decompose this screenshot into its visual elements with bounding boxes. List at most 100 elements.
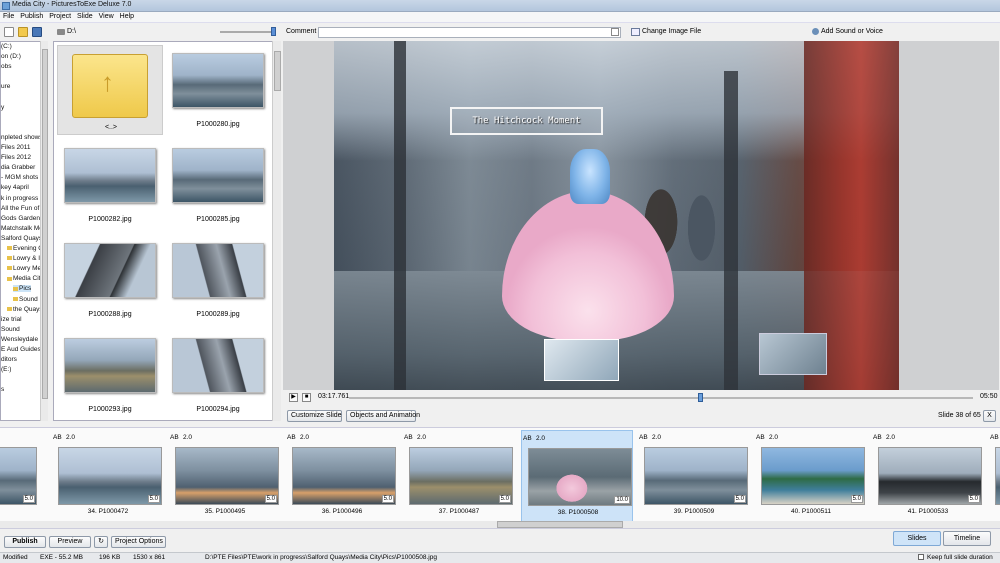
slide-thumbnail[interactable]: 5.0 471 xyxy=(0,430,39,524)
transition-ab-label[interactable]: AB xyxy=(639,434,648,441)
play-icon[interactable]: ▶ xyxy=(289,393,298,402)
transition-ab-label[interactable]: AB xyxy=(170,434,179,441)
tree-item[interactable]: Lowry & IW xyxy=(7,255,43,262)
slide-thumbnail[interactable]: AB 2.0 5.0 40. P1000511 xyxy=(755,430,867,524)
tree-item[interactable]: All the Fun of th xyxy=(1,205,43,212)
slide-caption: 35. P1000495 xyxy=(204,508,246,515)
scrollbar-thumb[interactable] xyxy=(42,49,48,399)
transition-ab-label[interactable]: AB xyxy=(287,434,296,441)
transition-ab-label[interactable]: AB xyxy=(873,434,882,441)
menu-help[interactable]: Help xyxy=(117,12,137,21)
tree-item[interactable]: Lowry Meal xyxy=(7,265,43,272)
comment-input[interactable] xyxy=(318,27,621,38)
sound-icon[interactable] xyxy=(812,28,819,35)
tree-item[interactable]: npleted shows xyxy=(1,134,43,141)
close-preview-button[interactable]: X xyxy=(983,410,996,422)
add-sound-button[interactable]: Add Sound or Voice xyxy=(821,28,883,35)
file-tile[interactable]: P1000293.jpg xyxy=(56,330,156,420)
tree-item[interactable]: Media City xyxy=(7,275,43,282)
parent-folder-tile[interactable]: <..> xyxy=(57,45,163,135)
tree-item[interactable]: key 4april xyxy=(1,184,29,191)
menu-file[interactable]: File xyxy=(0,12,17,21)
tree-item[interactable]: ure xyxy=(1,83,10,90)
open-folder-icon[interactable] xyxy=(18,27,28,37)
transition-ab-label[interactable]: AB xyxy=(404,434,413,441)
tree-item[interactable]: Files 2011 xyxy=(1,144,31,151)
tree-item[interactable]: Matchstalk Mer xyxy=(1,225,43,232)
tree-item[interactable]: Sound xyxy=(13,296,38,303)
scrollbar-thumb[interactable] xyxy=(497,521,623,528)
tab-slides[interactable]: Slides xyxy=(893,531,941,546)
playback-track[interactable] xyxy=(349,397,973,399)
folder-tree-scrollbar[interactable] xyxy=(40,41,48,421)
tree-item[interactable]: k in progress xyxy=(1,195,38,202)
slide-thumbnail[interactable]: AB xyxy=(989,430,1000,524)
slide-caption-text[interactable]: The Hitchcock Moment xyxy=(450,107,603,135)
objects-animation-button[interactable]: Objects and Animation xyxy=(346,410,420,422)
tree-item[interactable]: Evening Qu xyxy=(7,245,43,252)
transition-ab-label[interactable]: AB xyxy=(756,434,765,441)
slide-thumbnail[interactable]: AB 2.0 5.0 39. P1000509 xyxy=(638,430,750,524)
keep-duration-checkbox[interactable] xyxy=(918,554,924,560)
slide-preview[interactable] xyxy=(334,41,899,390)
menu-view[interactable]: View xyxy=(96,12,117,21)
file-tile[interactable]: P1000282.jpg xyxy=(56,140,156,232)
tree-item[interactable]: - MGM shots xyxy=(1,174,38,181)
tree-item[interactable]: (E:) xyxy=(1,366,11,373)
slide-thumbnail[interactable]: AB 2.0 10.0 38. P1000508 xyxy=(521,430,633,524)
file-tile[interactable]: P1000280.jpg xyxy=(164,45,264,137)
transition-ab-label[interactable]: AB xyxy=(523,435,532,442)
menu-slide[interactable]: Slide xyxy=(74,12,96,21)
tree-item[interactable]: Pics xyxy=(13,285,32,293)
new-project-icon[interactable] xyxy=(4,27,14,37)
slide-thumbnail[interactable]: AB 2.0 5.0 34. P1000472 xyxy=(52,430,164,524)
thumbnail-size-slider-handle[interactable] xyxy=(271,27,276,36)
file-tile[interactable]: P1000288.jpg xyxy=(56,235,156,327)
menu-publish[interactable]: Publish xyxy=(17,12,46,21)
change-image-button[interactable]: Change Image File xyxy=(642,28,701,35)
preview-button[interactable]: Preview xyxy=(49,536,91,548)
tree-item[interactable]: the Quays xyxy=(7,306,43,313)
tree-item[interactable]: y xyxy=(1,104,4,111)
tree-item[interactable]: Files 2012 xyxy=(1,154,31,161)
tree-item[interactable]: obs xyxy=(1,63,11,70)
customize-slide-button[interactable]: Customize Slide xyxy=(287,410,342,422)
comment-edit-icon[interactable] xyxy=(611,28,619,36)
tree-item[interactable]: Wensleydale Sh xyxy=(1,336,43,343)
tree-item[interactable]: s xyxy=(1,386,4,393)
transition-ab-label[interactable]: AB xyxy=(990,434,999,441)
tree-item[interactable]: on (D:) xyxy=(1,53,21,60)
project-options-button[interactable]: Project Options xyxy=(111,536,166,548)
tree-item[interactable]: E Aud Guides & xyxy=(1,346,43,353)
file-tile[interactable]: P1000294.jpg xyxy=(164,330,264,420)
tree-item[interactable]: ditors xyxy=(1,356,17,363)
slide-thumbnail[interactable]: AB 2.0 5.0 36. P1000496 xyxy=(286,430,398,524)
slide-strip-scrollbar[interactable] xyxy=(0,521,1000,528)
tree-item[interactable]: Salford Quays xyxy=(1,235,42,242)
file-tile[interactable]: P1000285.jpg xyxy=(164,140,264,232)
tab-timeline[interactable]: Timeline xyxy=(943,531,991,546)
tree-item[interactable]: Gods Garden xyxy=(1,215,40,222)
tree-item[interactable]: (C:) xyxy=(1,43,12,50)
loop-icon[interactable]: ↻ xyxy=(94,536,108,548)
slide-thumbnail[interactable]: AB 2.0 5.0 37. P1000487 xyxy=(403,430,515,524)
thumbnail-size-slider[interactable] xyxy=(220,31,276,33)
file-browser-scrollbar[interactable] xyxy=(272,41,281,421)
save-icon[interactable] xyxy=(32,27,42,37)
scrollbar-thumb[interactable] xyxy=(274,51,281,91)
publish-button[interactable]: Publish xyxy=(4,536,46,548)
stop-icon[interactable]: ■ xyxy=(302,393,311,402)
folder-tree[interactable]: (C:) on (D:) obs ure y npleted shows Files 201… xyxy=(0,41,44,421)
slide-thumbnail[interactable]: AB 2.0 5.0 35. P1000495 xyxy=(169,430,281,524)
playback-position-handle[interactable] xyxy=(698,393,703,402)
slide-caption: 36. P1000496 xyxy=(321,508,363,515)
menu-project[interactable]: Project xyxy=(46,12,74,21)
change-image-icon[interactable] xyxy=(631,28,640,36)
status-exe-size: EXE - 55.2 MB xyxy=(40,554,83,561)
file-tile[interactable]: P1000289.jpg xyxy=(164,235,264,327)
transition-ab-label[interactable]: AB xyxy=(53,434,62,441)
tree-item[interactable]: Sound xyxy=(1,326,20,333)
tree-item[interactable]: ize trial xyxy=(1,316,22,323)
tree-item[interactable]: dia Grabber xyxy=(1,164,35,171)
slide-thumbnail[interactable]: AB 2.0 5.0 41. P1000533 xyxy=(872,430,984,524)
